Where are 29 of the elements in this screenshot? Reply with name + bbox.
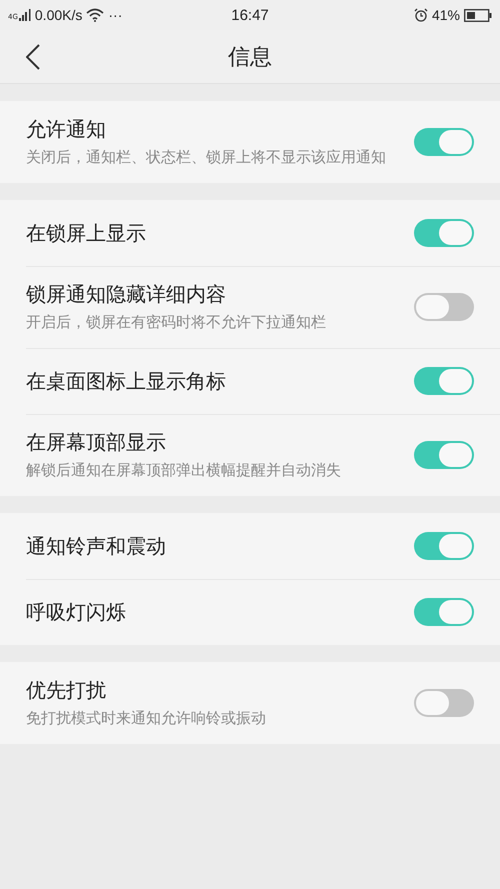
setting-title: 允许通知	[26, 116, 107, 143]
setting-description: 解锁后通知在屏幕顶部弹出横幅提醒并自动消失	[26, 460, 342, 481]
signal-icon	[18, 9, 31, 21]
setting-title: 在屏幕顶部显示	[26, 429, 167, 456]
toggle-switch[interactable]	[414, 598, 474, 626]
page-title: 信息	[228, 44, 272, 72]
more-indicator: ···	[108, 7, 122, 23]
setting-title: 在锁屏上显示	[26, 220, 147, 246]
battery-icon	[464, 8, 492, 22]
battery-percent: 41%	[432, 7, 460, 23]
toggle-switch[interactable]	[414, 128, 474, 156]
toggle-switch[interactable]	[414, 219, 474, 247]
setting-description: 免打扰模式时来通知允许响铃或振动	[26, 708, 267, 729]
network-speed: 0.00K/s	[34, 7, 82, 23]
toggle-switch[interactable]	[414, 532, 474, 560]
clock-time: 16:47	[231, 6, 269, 24]
setting-title: 通知铃声和震动	[26, 532, 167, 560]
setting-description: 开启后，锁屏在有密码时将不允许下拉通知栏	[26, 312, 327, 333]
setting-title: 在桌面图标上显示角标	[26, 368, 227, 394]
toggle-switch[interactable]	[414, 367, 474, 395]
setting-title: 锁屏通知隐藏详细内容	[26, 281, 227, 308]
toggle-switch[interactable]	[414, 293, 474, 321]
toggle-switch[interactable]	[414, 441, 474, 469]
alarm-icon	[414, 8, 428, 22]
setting-title: 呼吸灯闪烁	[26, 598, 127, 626]
toggle-switch[interactable]	[414, 689, 474, 717]
setting-title: 优先打扰	[26, 677, 107, 704]
setting-description: 关闭后，通知栏、状态栏、锁屏上将不显示该应用通知	[26, 147, 387, 168]
wifi-icon	[86, 8, 104, 22]
